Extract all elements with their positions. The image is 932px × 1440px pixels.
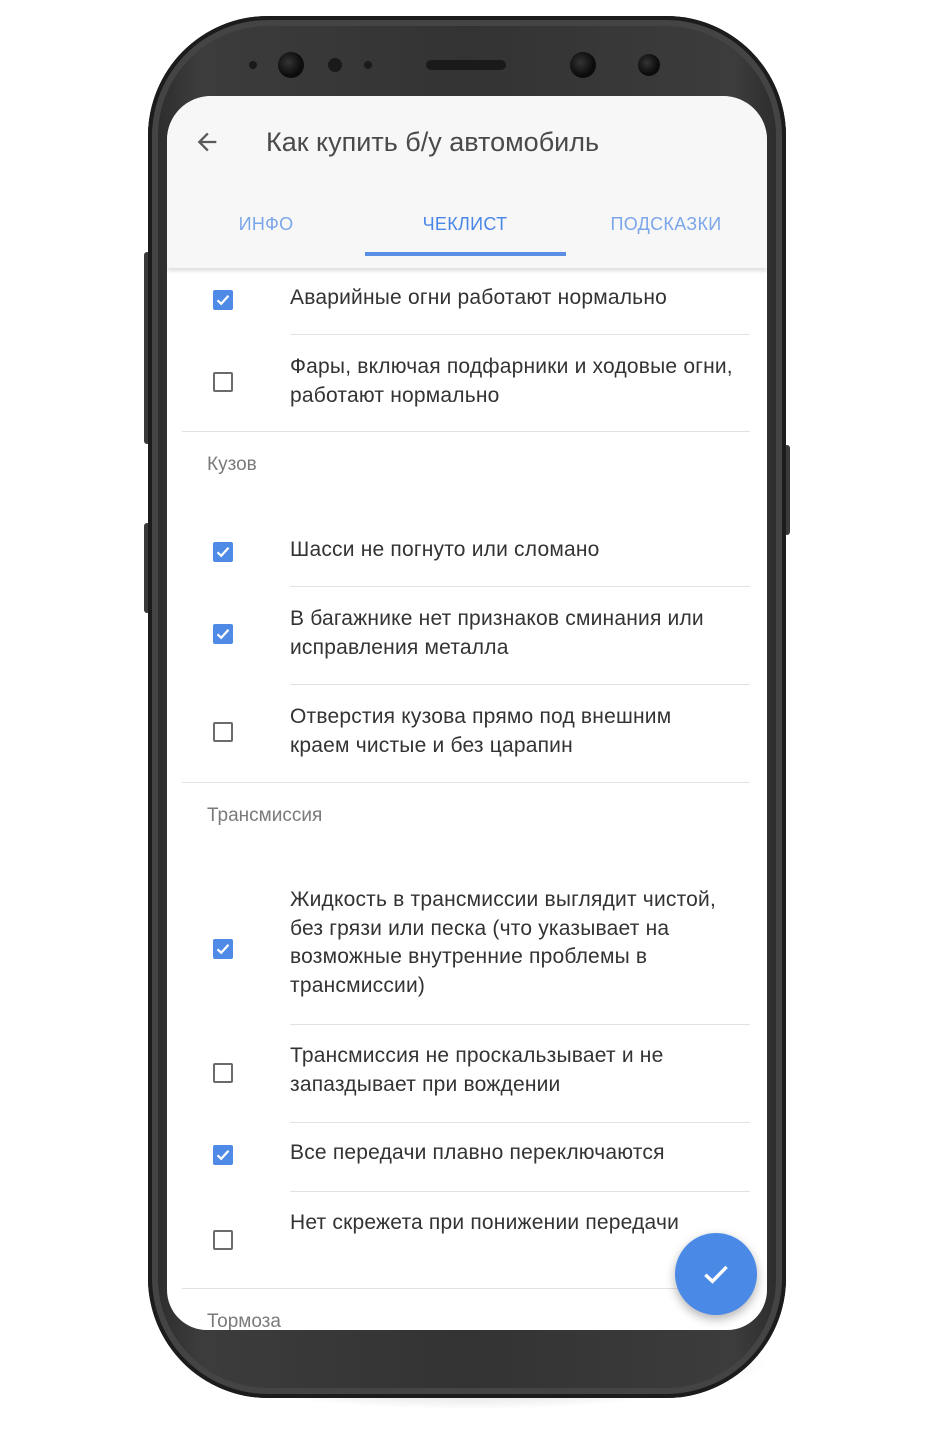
item-label: Отверстия кузова прямо под внешним краем… bbox=[290, 705, 672, 757]
tab-checklist[interactable]: ЧЕКЛИСТ bbox=[365, 192, 565, 256]
checklist-item-headlights[interactable]: Фары, включая подфарники и ходовые огни,… bbox=[167, 335, 767, 431]
front-camera-icon bbox=[570, 52, 596, 78]
item-label: В багажнике нет признаков сминания или и… bbox=[290, 607, 704, 659]
sensor-dot bbox=[328, 58, 342, 72]
checklist-item-transmission-fluid[interactable]: Жидкость в трансмиссии выглядит чистой, … bbox=[167, 871, 767, 1024]
checklist-item-chassis[interactable]: Шасси не погнуто или сломано bbox=[167, 521, 767, 587]
checkbox-unchecked[interactable] bbox=[213, 722, 233, 742]
checkbox-checked[interactable] bbox=[213, 624, 233, 644]
section-divider bbox=[182, 1288, 750, 1289]
item-label: Аварийные огни работают нормально bbox=[290, 286, 668, 309]
sensor-dot bbox=[249, 61, 257, 69]
checkmark-icon bbox=[216, 295, 230, 306]
checkmark-icon bbox=[216, 1150, 230, 1161]
section-divider bbox=[182, 782, 750, 783]
checkbox-checked[interactable] bbox=[213, 939, 233, 959]
page-title: Как купить б/у автомобиль bbox=[266, 127, 600, 157]
checklist-item-trunk[interactable]: В багажнике нет признаков сминания или и… bbox=[167, 587, 767, 684]
checkmark-icon bbox=[216, 944, 230, 955]
checklist-item-slipping[interactable]: Трансмиссия не проскальзывает и не запаз… bbox=[167, 1025, 767, 1122]
section-label-brakes: Тормоза bbox=[207, 1311, 281, 1330]
arrow-back-icon bbox=[197, 132, 217, 152]
section-divider bbox=[182, 431, 750, 432]
section-label-body: Кузов bbox=[207, 454, 257, 475]
item-label: Жидкость в трансмиссии выглядит чистой, … bbox=[290, 888, 717, 997]
front-camera-icon bbox=[638, 54, 660, 76]
active-tab-indicator bbox=[365, 252, 566, 256]
checkbox-checked[interactable] bbox=[213, 290, 233, 310]
tab-info[interactable]: ИНФО bbox=[167, 192, 365, 256]
back-button[interactable] bbox=[189, 124, 225, 160]
item-label: Шасси не погнуто или сломано bbox=[290, 538, 600, 561]
done-button[interactable] bbox=[675, 1233, 757, 1315]
earpiece-speaker bbox=[426, 60, 506, 70]
app-bar: Как купить б/у автомобиль ИНФО ЧЕКЛИСТ П… bbox=[167, 96, 767, 268]
checkbox-unchecked[interactable] bbox=[213, 372, 233, 392]
item-label: Нет скрежета при понижении передачи bbox=[290, 1211, 680, 1234]
checklist-item-gear-shifts[interactable]: Все передачи плавно переключаются bbox=[167, 1123, 767, 1191]
checkbox-checked[interactable] bbox=[213, 542, 233, 562]
checkmark-icon bbox=[216, 629, 230, 640]
tab-bar: ИНФО ЧЕКЛИСТ ПОДСКАЗКИ bbox=[167, 192, 767, 256]
checkbox-unchecked[interactable] bbox=[213, 1230, 233, 1250]
item-label: Фары, включая подфарники и ходовые огни,… bbox=[290, 355, 733, 407]
item-label: Трансмиссия не проскальзывает и не запаз… bbox=[290, 1044, 664, 1096]
checklist-item-hazard-lights[interactable]: Аварийные огни работают нормально bbox=[167, 268, 767, 334]
tab-tips[interactable]: ПОДСКАЗКИ bbox=[565, 192, 767, 256]
sensor-dot bbox=[364, 61, 372, 69]
app-screen: Как купить б/у автомобиль ИНФО ЧЕКЛИСТ П… bbox=[167, 96, 767, 1330]
item-label: Все передачи плавно переключаются bbox=[290, 1141, 665, 1164]
front-camera-icon bbox=[278, 52, 304, 78]
checkbox-unchecked[interactable] bbox=[213, 1063, 233, 1083]
section-label-transmission: Трансмиссия bbox=[207, 805, 323, 826]
checkmark-icon bbox=[216, 547, 230, 558]
checkbox-checked[interactable] bbox=[213, 1145, 233, 1165]
checklist-item-body-holes[interactable]: Отверстия кузова прямо под внешним краем… bbox=[167, 685, 767, 782]
done-icon bbox=[704, 1265, 728, 1284]
